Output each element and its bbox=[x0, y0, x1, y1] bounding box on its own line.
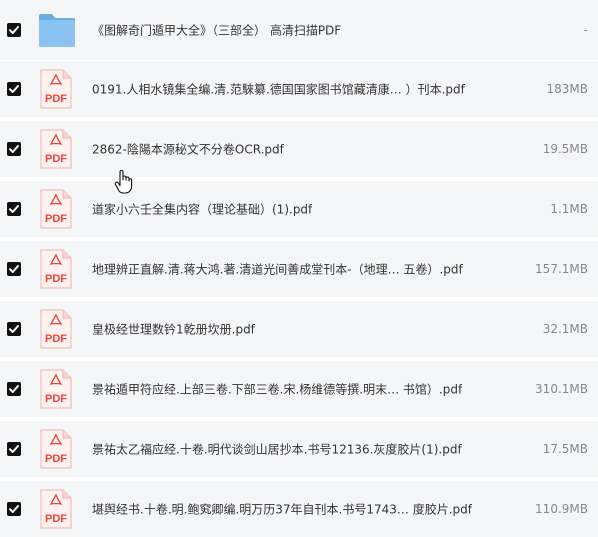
file-size: 32.1MB bbox=[542, 322, 588, 336]
checkmark-icon bbox=[9, 385, 19, 393]
checkmark-icon bbox=[9, 265, 19, 273]
row-checkbox[interactable] bbox=[7, 142, 21, 156]
row-checkbox[interactable] bbox=[7, 23, 21, 37]
file-row[interactable]: PDF 景祐太乙福应经.十卷.明代谈剑山居抄本.书号12136.灰度胶片(1).… bbox=[0, 421, 598, 477]
pdf-file-icon: PDF bbox=[40, 69, 72, 109]
checkmark-icon bbox=[9, 85, 19, 93]
pdf-file-icon: PDF bbox=[40, 489, 72, 529]
file-name[interactable]: 道家小六壬全集内容（理论基础）(1).pdf bbox=[92, 201, 312, 218]
checkmark-icon bbox=[9, 145, 19, 153]
row-checkbox[interactable] bbox=[7, 82, 21, 96]
file-row[interactable]: PDF 0191.人相水镜集全编.清.范騋纂.德国国家图书馆藏清康… ）刊本.p… bbox=[0, 61, 598, 117]
pdf-label: PDF bbox=[45, 513, 67, 525]
file-size: 1.1MB bbox=[550, 202, 588, 216]
file-name[interactable]: 地理辨正直解.清.蒋大鸿.著.清道光间善成堂刊本-（地理… 五卷）.pdf bbox=[92, 261, 463, 278]
file-name[interactable]: 景祐太乙福应经.十卷.明代谈剑山居抄本.书号12136.灰度胶片(1).pdf bbox=[92, 441, 462, 458]
pdf-label: PDF bbox=[45, 453, 67, 465]
row-checkbox[interactable] bbox=[7, 262, 21, 276]
file-row[interactable]: PDF 地理辨正直解.清.蒋大鸿.著.清道光间善成堂刊本-（地理… 五卷）.pd… bbox=[0, 241, 598, 297]
file-size: - bbox=[583, 23, 588, 37]
file-size: 17.5MB bbox=[542, 442, 588, 456]
file-name[interactable]: 0191.人相水镜集全编.清.范騋纂.德国国家图书馆藏清康… ）刊本.pdf bbox=[92, 81, 465, 98]
pdf-label: PDF bbox=[45, 213, 67, 225]
file-row[interactable]: PDF 皇极经世理数钤1乾册坎册.pdf 32.1MB bbox=[0, 301, 598, 357]
pdf-file-icon: PDF bbox=[40, 309, 72, 349]
file-name[interactable]: 堪舆经书.十卷.明.鲍䆒卿编.明万历37年自刊本.书号1743… 度胶片.pdf bbox=[92, 501, 472, 518]
file-size: 157.1MB bbox=[535, 262, 588, 276]
pdf-file-icon: PDF bbox=[40, 129, 72, 169]
row-checkbox[interactable] bbox=[7, 382, 21, 396]
row-checkbox[interactable] bbox=[7, 322, 21, 336]
checkmark-icon bbox=[9, 26, 19, 34]
hand-pointer-cursor-icon bbox=[114, 170, 133, 194]
file-row[interactable]: PDF 景祐遁甲符应经.上部三卷.下部三卷.宋.杨维德等撰.明末… 书馆）.pd… bbox=[0, 361, 598, 417]
pdf-file-icon: PDF bbox=[40, 369, 72, 409]
file-size: 183MB bbox=[546, 82, 589, 96]
pdf-label: PDF bbox=[45, 93, 67, 105]
file-name[interactable]: 皇极经世理数钤1乾册坎册.pdf bbox=[92, 321, 255, 338]
file-size: 110.9MB bbox=[535, 502, 588, 516]
checkmark-icon bbox=[9, 325, 19, 333]
pdf-file-icon: PDF bbox=[40, 429, 72, 469]
pdf-label: PDF bbox=[45, 273, 67, 285]
pdf-file-icon: PDF bbox=[40, 189, 72, 229]
pdf-label: PDF bbox=[45, 333, 67, 345]
pdf-label: PDF bbox=[45, 153, 67, 165]
file-name[interactable]: 《图解奇门遁甲大全》（三部全） 高清扫描PDF bbox=[92, 22, 341, 39]
checkmark-icon bbox=[9, 505, 19, 513]
file-row[interactable]: PDF 2862-陰陽本源秘文不分卷OCR.pdf 19.5MB bbox=[0, 121, 598, 177]
checkmark-icon bbox=[9, 205, 19, 213]
file-size: 310.1MB bbox=[535, 382, 588, 396]
file-row[interactable]: PDF 堪舆经书.十卷.明.鲍䆒卿编.明万历37年自刊本.书号1743… 度胶片… bbox=[0, 481, 598, 537]
pdf-label: PDF bbox=[45, 393, 67, 405]
checkmark-icon bbox=[9, 445, 19, 453]
file-size: 19.5MB bbox=[542, 142, 588, 156]
file-row-folder[interactable]: 《图解奇门遁甲大全》（三部全） 高清扫描PDF - bbox=[0, 0, 598, 60]
row-checkbox[interactable] bbox=[7, 202, 21, 216]
file-name[interactable]: 2862-陰陽本源秘文不分卷OCR.pdf bbox=[92, 141, 284, 158]
row-checkbox[interactable] bbox=[7, 442, 21, 456]
pdf-file-icon: PDF bbox=[40, 249, 72, 289]
file-row[interactable]: PDF 道家小六壬全集内容（理论基础）(1).pdf 1.1MB bbox=[0, 181, 598, 237]
folder-icon bbox=[39, 14, 75, 47]
row-checkbox[interactable] bbox=[7, 502, 21, 516]
file-name[interactable]: 景祐遁甲符应经.上部三卷.下部三卷.宋.杨维德等撰.明末… 书馆）.pdf bbox=[92, 381, 462, 398]
